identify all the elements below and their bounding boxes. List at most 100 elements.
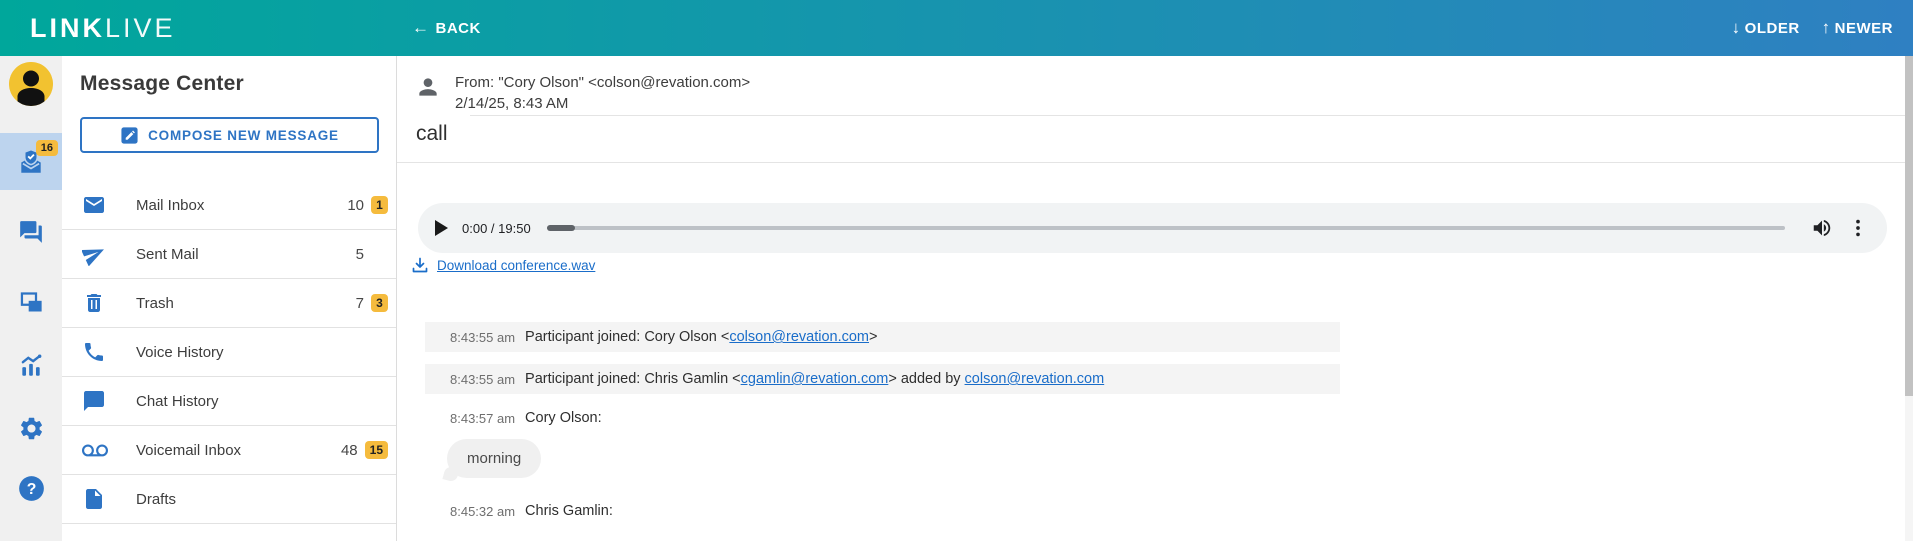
download-row: Download conference.wav: [411, 256, 595, 274]
person-icon: [415, 74, 441, 100]
rail-item-chats[interactable]: [0, 212, 62, 252]
chat-bubble: morning: [447, 439, 541, 478]
event-text-segment: > added by: [888, 371, 964, 387]
older-button[interactable]: ↓ OLDER: [1732, 18, 1800, 38]
back-button[interactable]: ← BACK: [412, 0, 481, 56]
arrow-up-icon: ↑: [1822, 18, 1831, 38]
folder-label: Voice History: [136, 344, 224, 361]
event-timestamp: 8:43:57 am: [450, 411, 515, 426]
event-text: Chris Gamlin:: [525, 503, 613, 519]
compose-icon: [120, 126, 139, 145]
draft-icon: [82, 487, 106, 511]
seekbar-thumb[interactable]: [547, 225, 575, 231]
folder-count: 10: [334, 197, 364, 214]
message-center-panel: Message Center COMPOSE NEW MESSAGE Mail …: [62, 56, 397, 541]
rail-item-settings[interactable]: [0, 408, 62, 448]
message-date: 2/14/25, 8:43 AM: [455, 93, 750, 114]
page-title: Message Center: [80, 72, 378, 96]
audio-time: 0:00 / 19:50: [462, 221, 531, 236]
newer-button[interactable]: ↑ NEWER: [1822, 18, 1893, 38]
unread-count-badge: 16: [36, 140, 58, 156]
back-button-label: BACK: [436, 20, 481, 37]
logo-text-light: LIVE: [105, 13, 176, 43]
logo-text-bold: LINK: [30, 13, 105, 43]
rail-item-help[interactable]: ?: [0, 468, 62, 508]
event-text: Participant joined: Chris Gamlin <cgamli…: [525, 371, 1104, 387]
app-header: LINKLIVE ← BACK ↓ OLDER ↑ NEWER: [0, 0, 1913, 56]
email-link[interactable]: colson@revation.com: [729, 329, 869, 345]
send-icon: [82, 242, 106, 266]
volume-icon[interactable]: [1811, 217, 1833, 239]
message-nav: ↓ OLDER ↑ NEWER: [1732, 0, 1893, 56]
phone-icon: [82, 340, 106, 364]
folder-row[interactable]: Mail Inbox101: [62, 181, 396, 230]
vertical-scrollbar[interactable]: [1905, 56, 1913, 541]
voicemail-icon: [82, 438, 106, 462]
folder-row[interactable]: Voice History: [62, 328, 396, 377]
transcript-speaker-line: 8:43:57 am Cory Olson:: [397, 408, 1905, 428]
event-timestamp: 8:43:55 am: [450, 372, 515, 387]
avatar[interactable]: [9, 62, 53, 106]
folder-list: Mail Inbox101Sent Mail5Trash73Voice Hist…: [62, 181, 396, 524]
folder-row[interactable]: Chat History: [62, 377, 396, 426]
rail-item-windows[interactable]: [0, 282, 62, 322]
analytics-icon: [18, 353, 44, 379]
folder-unread-badge: 3: [371, 294, 388, 312]
divider: [397, 162, 1905, 163]
event-text-segment: Participant joined: Chris Gamlin <: [525, 371, 741, 387]
folder-unread-badge: 1: [371, 196, 388, 214]
event-text-segment: Participant joined: Cory Olson <: [525, 329, 729, 345]
event-text: Cory Olson:: [525, 410, 602, 426]
folder-row[interactable]: Voicemail Inbox4815: [62, 426, 396, 475]
divider: [470, 115, 1905, 116]
transcript-speaker-line: 8:45:32 am Chris Gamlin:: [397, 501, 1905, 521]
folder-label: Trash: [136, 295, 174, 312]
folder-row[interactable]: Drafts: [62, 475, 396, 524]
windows-icon: [18, 289, 45, 316]
help-icon: ?: [18, 475, 45, 502]
event-text: Participant joined: Cory Olson <colson@r…: [525, 329, 877, 345]
compose-button[interactable]: COMPOSE NEW MESSAGE: [80, 117, 379, 153]
message-header: From: "Cory Olson" <colson@revation.com>…: [415, 72, 750, 114]
mail-icon: [82, 193, 106, 217]
audio-seekbar[interactable]: [547, 226, 1785, 230]
folder-label: Sent Mail: [136, 246, 199, 263]
folder-row[interactable]: Sent Mail 5: [62, 230, 396, 279]
newer-button-label: NEWER: [1835, 20, 1893, 37]
icon-rail: 16: [0, 56, 62, 541]
audio-menu-icon[interactable]: [1847, 217, 1869, 239]
email-link[interactable]: cgamlin@revation.com: [741, 371, 889, 387]
rail-item-analytics[interactable]: [0, 346, 62, 386]
scrollbar-thumb[interactable]: [1905, 56, 1913, 396]
event-timestamp: 8:43:55 am: [450, 330, 515, 345]
folder-label: Chat History: [136, 393, 219, 410]
message-subject: call: [416, 122, 448, 146]
folder-unread-badge: 15: [365, 441, 388, 459]
chat-icon: [82, 389, 106, 413]
transcript-system-event: 8:43:55 am Participant joined: Cory Olson…: [425, 322, 1340, 352]
audio-player[interactable]: 0:00 / 19:50: [418, 203, 1887, 253]
folder-row[interactable]: Trash 73: [62, 279, 396, 328]
event-timestamp: 8:45:32 am: [450, 504, 515, 519]
message-view: From: "Cory Olson" <colson@revation.com>…: [397, 56, 1913, 541]
folder-count: 48: [328, 442, 358, 459]
folder-count: 7: [334, 295, 364, 312]
forum-icon: [18, 219, 44, 245]
rail-item-message-center[interactable]: 16: [0, 133, 62, 190]
message-from: From: "Cory Olson" <colson@revation.com>: [455, 72, 750, 93]
gear-icon: [18, 415, 45, 442]
trash-icon: [82, 291, 106, 315]
person-avatar-icon: [9, 62, 53, 106]
arrow-down-icon: ↓: [1732, 18, 1741, 38]
transcript-system-event: 8:43:55 am Participant joined: Chris Gaml…: [425, 364, 1340, 394]
email-link[interactable]: colson@revation.com: [965, 371, 1105, 387]
arrow-left-icon: ←: [412, 18, 430, 38]
call-transcript: 8:43:55 am Participant joined: Cory Olson…: [397, 322, 1905, 521]
folder-label: Drafts: [136, 491, 176, 508]
play-button[interactable]: [435, 220, 448, 236]
folder-count: 5: [334, 246, 364, 263]
compose-button-label: COMPOSE NEW MESSAGE: [148, 128, 339, 143]
older-button-label: OLDER: [1745, 20, 1800, 37]
download-link[interactable]: Download conference.wav: [437, 258, 595, 273]
event-text-segment: >: [869, 329, 877, 345]
